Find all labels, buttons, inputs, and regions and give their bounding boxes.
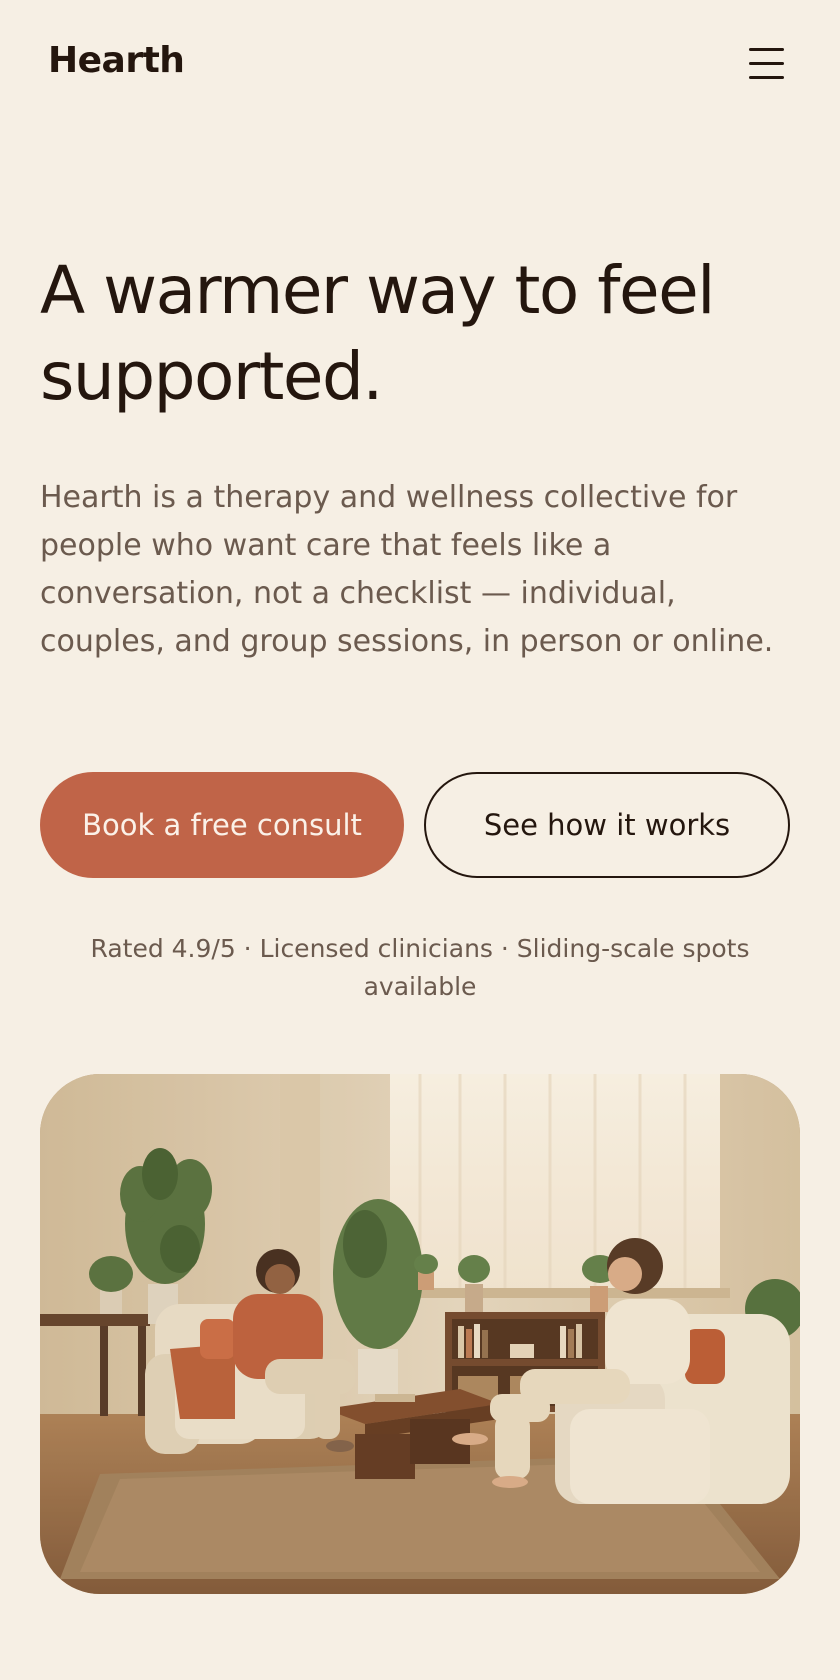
brand-logo[interactable]: Hearth (48, 40, 185, 81)
menu-line (749, 48, 784, 51)
landing-page: Hearth A warmer way to feel supported. H… (0, 0, 840, 1680)
book-consult-button[interactable]: Book a free consult (40, 772, 404, 878)
therapy-session-photo (40, 1074, 800, 1594)
menu-line (749, 62, 784, 65)
see-how-it-works-button[interactable]: See how it works (424, 772, 790, 878)
trust-line: Rated 4.9/5 · Licensed clinicians · Slid… (90, 934, 750, 1001)
menu-line (749, 76, 784, 79)
therapy-room-illustration (40, 1074, 800, 1594)
hamburger-menu-icon[interactable] (744, 44, 788, 84)
top-navigation-bar: Hearth (0, 0, 840, 128)
hero-headline: A warmer way to feel supported. (40, 252, 716, 415)
hero-description: Hearth is a therapy and wellness collect… (40, 480, 774, 659)
